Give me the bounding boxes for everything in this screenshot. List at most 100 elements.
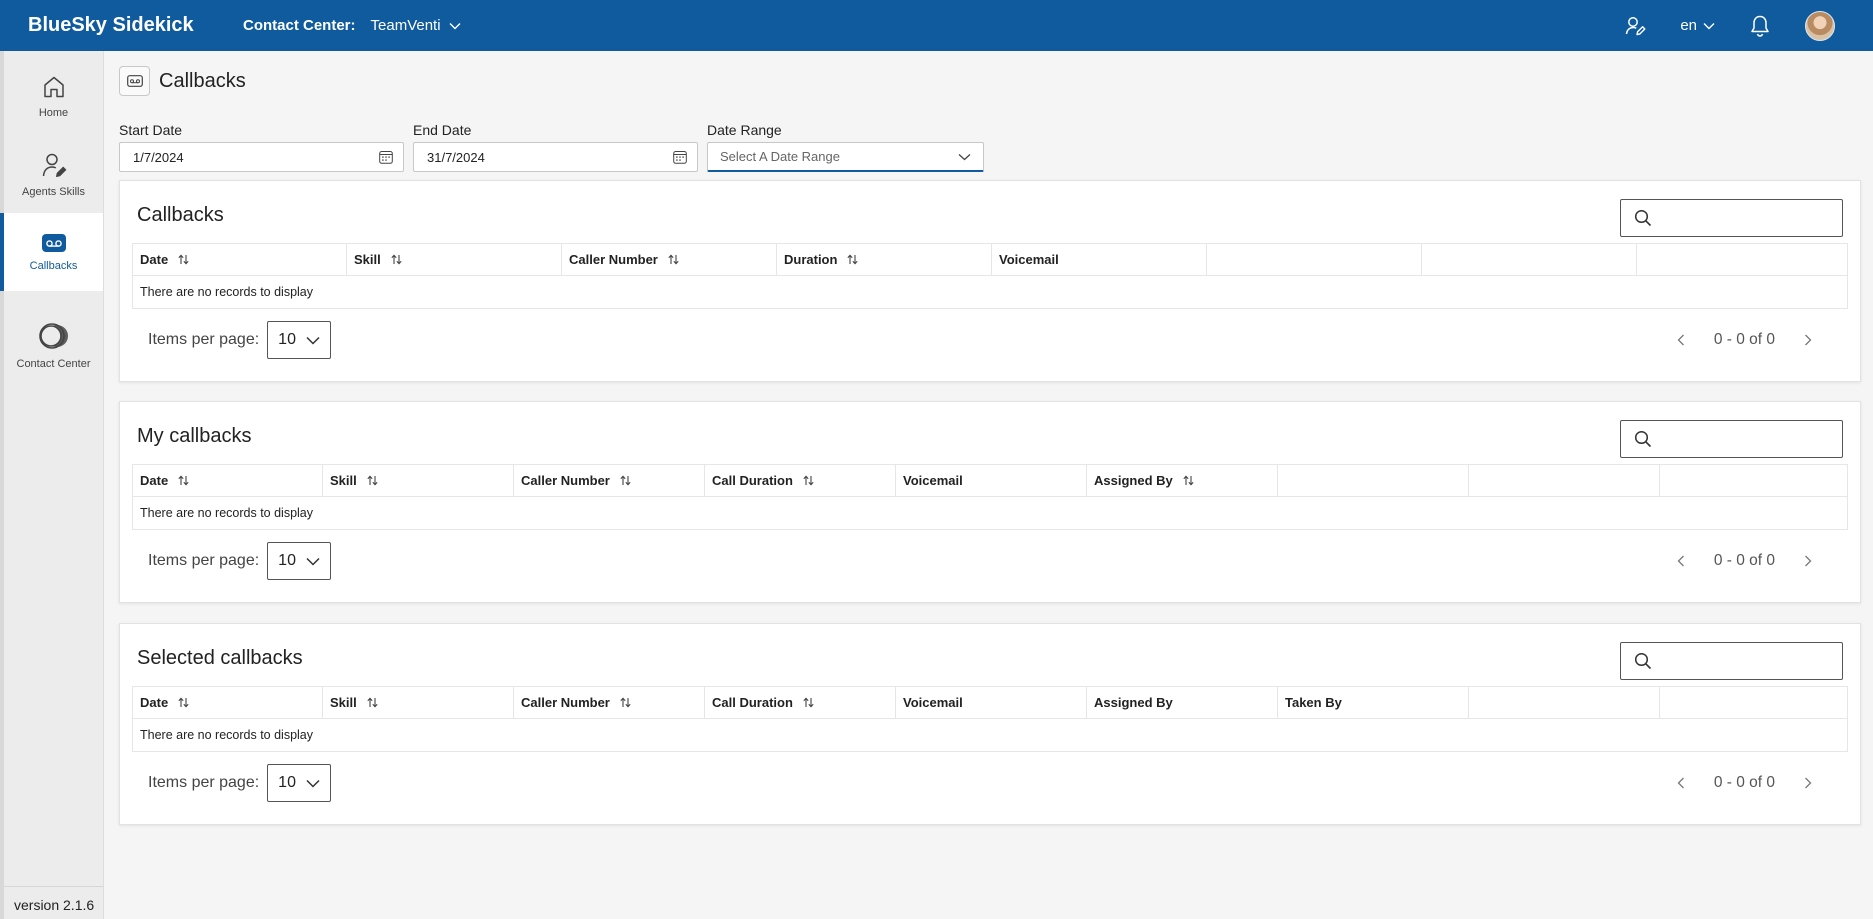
sort-icon[interactable]	[178, 475, 189, 486]
column-header[interactable]: Assigned By	[1087, 465, 1278, 496]
items-per-page-label: Items per page:	[148, 331, 260, 348]
sidebar-item-label: Agents Skills	[22, 185, 85, 198]
search-input[interactable]	[1620, 199, 1843, 237]
sort-icon[interactable]	[803, 475, 814, 486]
top-app-bar: BlueSky Sidekick Contact Center: TeamVen…	[0, 0, 1873, 51]
column-header[interactable]: Date	[132, 687, 323, 718]
contact-center-label: Contact Center:	[243, 17, 356, 34]
sort-icon[interactable]	[668, 254, 679, 265]
sidebar: Home Agents Skills Callbacks Contact Cen…	[0, 51, 104, 919]
next-page-button[interactable]	[1798, 551, 1818, 571]
sort-icon[interactable]	[367, 475, 378, 486]
sort-icon[interactable]	[847, 254, 859, 265]
column-header-label: Skill	[354, 252, 381, 267]
date-range-select[interactable]: Select A Date Range	[707, 142, 984, 172]
column-header[interactable]: Skill	[323, 687, 514, 718]
items-per-page-label: Items per page:	[148, 774, 260, 791]
sidebar-item-callbacks[interactable]: Callbacks	[0, 213, 103, 291]
start-date-input[interactable]: 1/7/2024	[119, 142, 404, 172]
app-brand[interactable]: BlueSky Sidekick	[28, 14, 243, 37]
page-range-text: 0 - 0 of 0	[1713, 552, 1775, 569]
end-date-value: 31/7/2024	[427, 149, 485, 165]
sort-icon[interactable]	[391, 254, 402, 265]
sort-icon[interactable]	[803, 697, 814, 708]
column-header-label: Caller Number	[521, 473, 610, 488]
items-per-page-label: Items per page:	[148, 552, 260, 569]
items-per-page-select[interactable]: 10	[267, 764, 332, 802]
sidebar-item-label: Home	[38, 106, 69, 119]
search-icon	[1634, 652, 1652, 670]
items-per-page-select[interactable]: 10	[267, 542, 332, 580]
sort-icon[interactable]	[620, 697, 631, 708]
date-range-field: Date Range Select A Date Range	[707, 122, 984, 172]
column-header-label: Duration	[784, 252, 838, 267]
column-header: Assigned By	[1087, 687, 1278, 718]
table-card: Selected callbacks Date Skill Caller Number…	[119, 623, 1861, 825]
sidebar-item-contact-center[interactable]: Contact Center	[4, 303, 103, 387]
next-page-button[interactable]	[1798, 330, 1818, 350]
section-title: Selected callbacks	[137, 647, 303, 669]
previous-page-button[interactable]	[1671, 551, 1691, 571]
app-version: version 2.1.6	[14, 897, 95, 913]
data-table: Date Skill Caller Number Call Duration Voice…	[132, 464, 1848, 530]
sort-icon[interactable]	[178, 697, 189, 708]
chevron-down-icon	[449, 22, 461, 29]
column-header-label: Assigned By	[1094, 695, 1173, 710]
sort-icon[interactable]	[367, 697, 378, 708]
column-header	[1278, 465, 1469, 496]
column-header[interactable]: Call Duration	[705, 687, 896, 718]
avatar[interactable]	[1805, 10, 1835, 41]
sidebar-item-label: Callbacks	[29, 259, 78, 272]
column-header-label: Call Duration	[712, 695, 793, 710]
column-header-label: Voicemail	[903, 695, 963, 710]
column-header[interactable]: Caller Number	[514, 465, 705, 496]
column-header[interactable]: Duration	[777, 244, 992, 275]
column-header	[1660, 465, 1848, 496]
search-input[interactable]	[1620, 420, 1843, 458]
calendar-icon[interactable]	[673, 150, 687, 164]
column-header-label: Voicemail	[999, 252, 1059, 267]
items-per-page: Items per page: 10	[148, 321, 332, 359]
data-table: Date Skill Caller Number Call Duration Voice…	[132, 686, 1848, 752]
column-header[interactable]: Skill	[323, 465, 514, 496]
agent-skills-icon	[42, 153, 66, 177]
items-per-page-select[interactable]: 10	[267, 321, 332, 359]
language-selector[interactable]: en	[1680, 17, 1715, 34]
column-header[interactable]: Skill	[347, 244, 562, 275]
search-input[interactable]	[1620, 642, 1843, 680]
user-edit-icon[interactable]	[1624, 15, 1646, 37]
chevron-down-icon	[306, 336, 320, 345]
bell-icon[interactable]	[1749, 14, 1771, 38]
column-header[interactable]: Caller Number	[562, 244, 777, 275]
column-header-label: Taken By	[1285, 695, 1342, 710]
calendar-icon[interactable]	[379, 150, 393, 164]
column-header[interactable]: Call Duration	[705, 465, 896, 496]
column-header-label: Date	[140, 252, 169, 267]
empty-message: There are no records to display	[132, 276, 1848, 309]
table-header-row: Date Skill Caller Number Call Duration Voice…	[132, 464, 1848, 497]
sort-icon[interactable]	[1183, 475, 1194, 486]
date-range-label: Date Range	[707, 122, 782, 138]
start-date-value: 1/7/2024	[133, 149, 184, 165]
column-header-label: Date	[140, 695, 169, 710]
column-header	[1469, 465, 1660, 496]
column-header[interactable]: Caller Number	[514, 687, 705, 718]
sidebar-item-agents-skills[interactable]: Agents Skills	[4, 135, 103, 213]
sort-icon[interactable]	[620, 475, 631, 486]
column-header[interactable]: Date	[132, 465, 323, 496]
page-range-text: 0 - 0 of 0	[1713, 331, 1775, 348]
items-per-page-value: 10	[278, 331, 296, 348]
previous-page-button[interactable]	[1671, 773, 1691, 793]
empty-message: There are no records to display	[132, 497, 1848, 530]
sidebar-item-home[interactable]: Home	[4, 57, 103, 135]
previous-page-button[interactable]	[1671, 330, 1691, 350]
chevron-down-icon	[1703, 22, 1715, 29]
sort-icon[interactable]	[178, 254, 189, 265]
column-header-label: Date	[140, 473, 169, 488]
contact-center-value: TeamVenti	[370, 17, 441, 34]
next-page-button[interactable]	[1798, 773, 1818, 793]
contact-center-selector[interactable]: TeamVenti	[371, 17, 461, 34]
end-date-input[interactable]: 31/7/2024	[413, 142, 698, 172]
chevron-down-icon	[306, 557, 320, 566]
column-header[interactable]: Date	[132, 244, 347, 275]
